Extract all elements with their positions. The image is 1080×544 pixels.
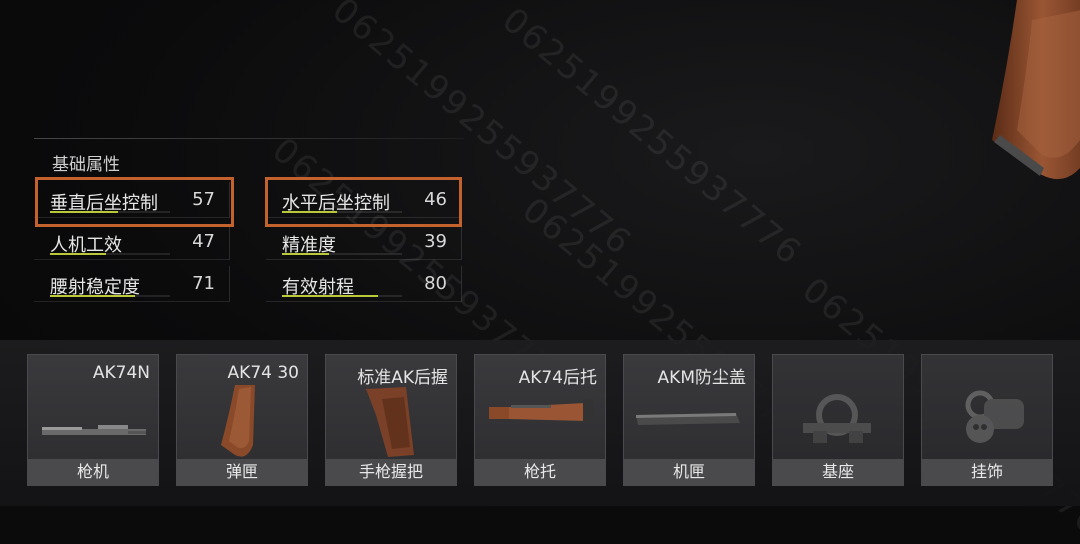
- mount-icon: [803, 394, 871, 443]
- stat-bar: [282, 253, 402, 255]
- highlight-vertical-recoil: [35, 177, 234, 227]
- stat-bar-fill: [282, 295, 378, 297]
- dust-cover-icon: [636, 413, 740, 425]
- highlight-horizontal-recoil: [265, 177, 462, 227]
- slot-receiver[interactable]: AKM防尘盖 机匣: [623, 354, 755, 486]
- slot-label: 枪托: [523, 462, 556, 481]
- slot-pistol-grip[interactable]: 标准AK后握 手枪握把: [325, 354, 457, 486]
- slot-label: 手枪握把: [358, 462, 423, 481]
- slot-label: 机匣: [672, 462, 705, 481]
- magazine-preview-image: [992, 0, 1080, 179]
- pistol-grip-icon: [366, 387, 414, 457]
- slot-label-bar: 枪机: [28, 459, 158, 485]
- slot-label: 挂饰: [970, 462, 1003, 481]
- stat-effective-range: 有效射程 80: [266, 266, 462, 302]
- slot-magazine[interactable]: AK74 30 弹匣: [176, 354, 308, 486]
- slot-charm[interactable]: 挂饰: [921, 354, 1053, 486]
- stat-bar: [50, 253, 170, 255]
- stat-value: 71: [192, 273, 215, 294]
- stat-accuracy: 精准度 39: [266, 224, 462, 260]
- stat-hipfire-stability: 腰射稳定度 71: [34, 266, 230, 302]
- slot-label: 弹匣: [225, 462, 258, 481]
- stat-ergonomics: 人机工效 47: [34, 224, 230, 260]
- stat-bar-fill: [50, 295, 136, 297]
- bolt-icon: [42, 425, 146, 435]
- stat-bar: [50, 295, 170, 297]
- stat-bar: [282, 295, 402, 297]
- item-name: AK74N: [92, 363, 150, 383]
- stat-bar-fill: [50, 253, 107, 255]
- charm-icon: [965, 390, 1024, 443]
- slot-label-bar: 基座: [773, 459, 903, 485]
- slot-label: 枪机: [76, 462, 109, 481]
- slot-stock[interactable]: AK74后托 枪托: [474, 354, 606, 486]
- stock-icon: [489, 399, 593, 423]
- stat-value: 47: [192, 231, 215, 252]
- slot-label-bar: 挂饰: [922, 459, 1052, 485]
- stat-bar-fill: [282, 253, 329, 255]
- stat-value: 80: [424, 273, 447, 294]
- panel-divider: [34, 138, 464, 139]
- slot-label: 基座: [821, 462, 854, 481]
- slot-mount[interactable]: 基座: [772, 354, 904, 486]
- magazine-icon: [221, 385, 255, 457]
- slot-bolt[interactable]: AK74N 枪机: [27, 354, 159, 486]
- slot-label-bar: 手枪握把: [326, 459, 456, 485]
- item-name: AK74 30: [227, 363, 299, 383]
- slot-label-bar: 机匣: [624, 459, 754, 485]
- slot-label-bar: 枪托: [475, 459, 605, 485]
- stat-value: 39: [424, 231, 447, 252]
- panel-title: 基础属性: [52, 155, 120, 175]
- slot-label-bar: 弹匣: [177, 459, 307, 485]
